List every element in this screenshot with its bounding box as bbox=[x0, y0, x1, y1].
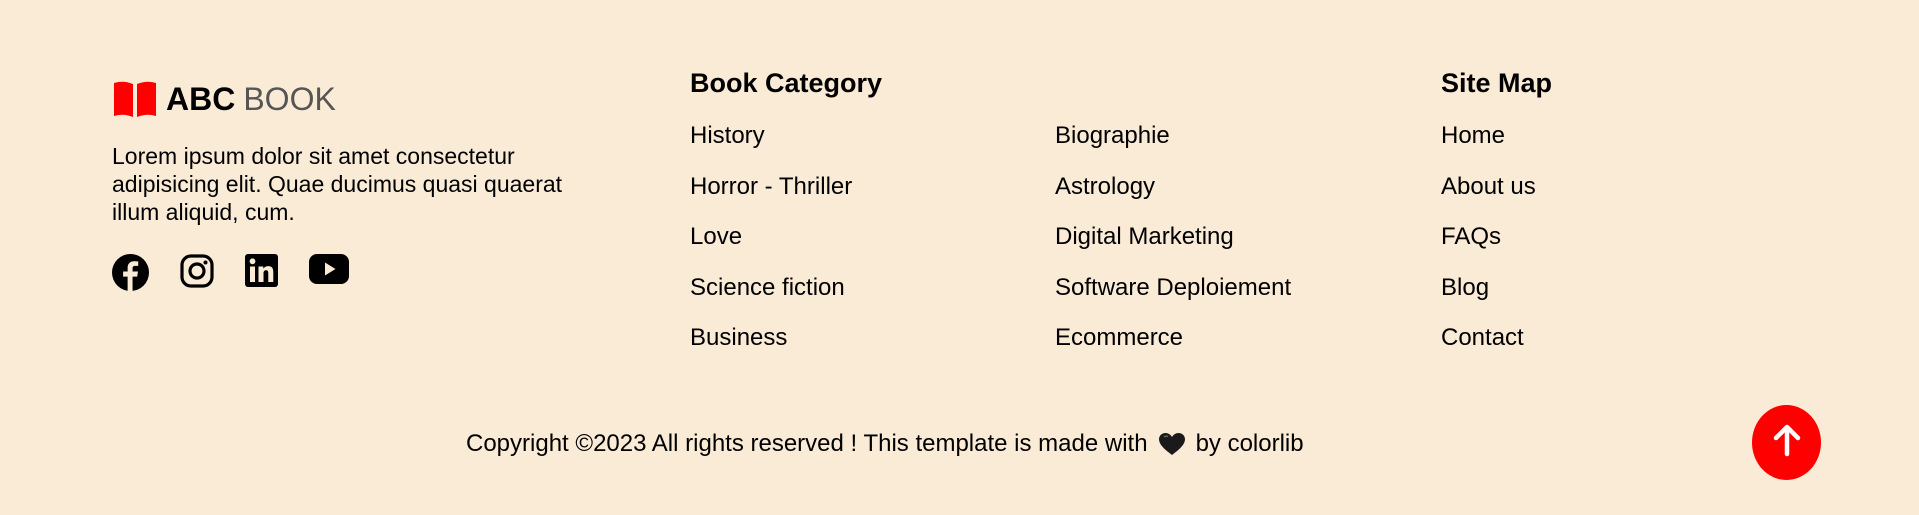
site-footer: ABC BOOK Lorem ipsum dolor sit amet conse… bbox=[0, 0, 1919, 515]
arrow-up-icon bbox=[1772, 423, 1802, 462]
category-link[interactable]: Ecommerce bbox=[1055, 324, 1291, 352]
category-link[interactable]: Digital Marketing bbox=[1055, 223, 1291, 251]
copyright-text: Copyright ©2023 All rights reserved ! Th… bbox=[466, 429, 1304, 459]
site-map-title: Site Map bbox=[1441, 68, 1553, 98]
category-link[interactable]: Science fiction bbox=[690, 274, 852, 302]
youtube-icon[interactable] bbox=[309, 254, 349, 292]
brand-name: ABC BOOK bbox=[166, 80, 336, 118]
category-link[interactable]: Love bbox=[690, 223, 852, 251]
open-book-icon bbox=[112, 80, 158, 118]
site-map-link-about[interactable]: About us bbox=[1441, 173, 1536, 201]
linkedin-icon[interactable] bbox=[245, 254, 278, 292]
category-link[interactable]: History bbox=[690, 122, 852, 150]
site-map-link-faqs[interactable]: FAQs bbox=[1441, 223, 1536, 251]
about-description: Lorem ipsum dolor sit amet consectetur a… bbox=[112, 143, 563, 225]
book-category-list-2: Biographie Astrology Digital Marketing S… bbox=[1055, 122, 1291, 375]
category-link[interactable]: Business bbox=[690, 324, 852, 352]
category-link[interactable]: Software Deploiement bbox=[1055, 274, 1291, 302]
brand-logo[interactable]: ABC BOOK bbox=[112, 80, 336, 118]
site-map-link-home[interactable]: Home bbox=[1441, 122, 1536, 150]
site-map-list: Home About us FAQs Blog Contact bbox=[1441, 122, 1536, 375]
facebook-icon[interactable] bbox=[112, 254, 149, 292]
colorlib-link[interactable]: by colorlib bbox=[1196, 429, 1304, 459]
category-link[interactable]: Astrology bbox=[1055, 173, 1291, 201]
instagram-icon[interactable] bbox=[180, 254, 214, 292]
site-map-link-blog[interactable]: Blog bbox=[1441, 274, 1536, 302]
heart-icon bbox=[1158, 432, 1186, 456]
back-to-top-button[interactable] bbox=[1752, 405, 1821, 480]
category-link[interactable]: Horror - Thriller bbox=[690, 173, 852, 201]
site-map-link-contact[interactable]: Contact bbox=[1441, 324, 1536, 352]
book-category-title: Book Category bbox=[690, 68, 883, 98]
category-link[interactable]: Biographie bbox=[1055, 122, 1291, 150]
brand-name-bold: ABC bbox=[166, 81, 236, 117]
brand-name-light: BOOK bbox=[243, 81, 336, 117]
social-links bbox=[112, 254, 380, 292]
copyright-prefix: Copyright ©2023 All rights reserved ! Th… bbox=[466, 430, 1148, 457]
book-category-list-1: History Horror - Thriller Love Science f… bbox=[690, 122, 852, 375]
